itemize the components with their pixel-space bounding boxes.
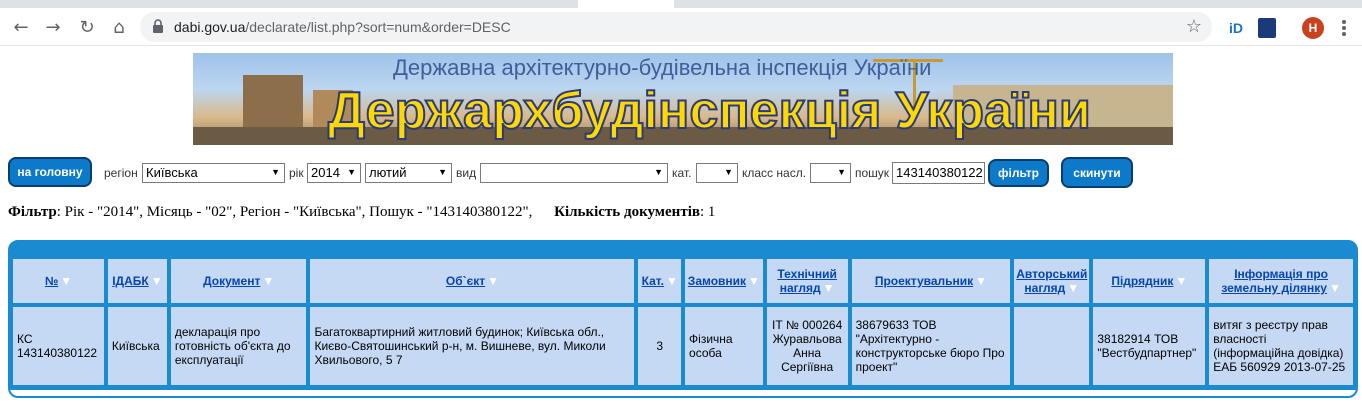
chevron-down-icon: ▼ xyxy=(654,167,663,177)
lock-icon xyxy=(153,19,163,33)
column-header-category[interactable]: Кат. ▼ xyxy=(637,258,683,304)
sort-arrow-icon: ▼ xyxy=(748,274,760,288)
cell-land-info: витяг з реєстру прав власності (інформац… xyxy=(1208,306,1354,386)
document-count-label: Кількість документів xyxy=(554,204,700,220)
bookmark-star-icon[interactable]: ☆ xyxy=(1186,16,1202,37)
banner-title: Держархбудінспекція України xyxy=(327,81,1092,141)
profile-avatar[interactable]: H xyxy=(1302,17,1324,39)
table-row: КС 143140380122 Київська декларація про … xyxy=(12,306,1354,386)
sort-arrow-icon: ▼ xyxy=(150,274,163,288)
cell-customer: Фізична особа xyxy=(684,306,764,386)
cell-idabk: Київська xyxy=(106,306,168,386)
results-table-frame: № ▼ ІДАБК ▼ Документ ▼ Об`єкт ▼ Кат. ▼ Замовн… xyxy=(8,240,1358,398)
filter-summary-label: Фільтр xyxy=(8,204,57,220)
table-footer xyxy=(10,388,1356,396)
type-label: вид xyxy=(456,166,477,180)
filter-button[interactable]: фільтр xyxy=(988,159,1049,187)
column-header-label: Замовник xyxy=(687,274,747,288)
url-host: dabi.gov.ua xyxy=(174,19,246,35)
chevron-down-icon: ▼ xyxy=(724,167,733,177)
year-label: рік xyxy=(289,166,304,180)
column-header-num[interactable]: № ▼ xyxy=(12,258,105,304)
menu-kebab-icon[interactable] xyxy=(1338,18,1350,38)
table-header-row: № ▼ ІДАБК ▼ Документ ▼ Об`єкт ▼ Кат. ▼ Замовн… xyxy=(12,258,1354,304)
browser-toolbar: ← → ↻ ⌂ dabi.gov.ua/declarate/list.php?s… xyxy=(0,8,1362,46)
search-label: пошук xyxy=(855,166,890,180)
cell-num: КС 143140380122 xyxy=(12,306,105,386)
sort-arrow-icon: ▼ xyxy=(822,281,835,295)
column-header-label: Документ xyxy=(203,274,261,288)
region-label: регіон xyxy=(104,166,138,180)
class-select[interactable]: ▼ xyxy=(810,163,851,183)
sort-arrow-icon: ▼ xyxy=(1175,274,1188,288)
document-count-value: : 1 xyxy=(699,204,716,220)
sort-arrow-icon: ▼ xyxy=(487,274,500,288)
column-header-label: Об`єкт xyxy=(445,274,486,288)
extension-icon[interactable] xyxy=(1258,18,1276,38)
cell-designer: 38679633 ТОВ "Архітектурно - конструктор… xyxy=(850,306,1012,386)
sort-arrow-icon: ▼ xyxy=(1328,281,1341,295)
chevron-down-icon: ▼ xyxy=(271,167,280,177)
region-select[interactable]: Київська ▼ xyxy=(142,163,285,183)
url-path: /declarate/list.php?sort=num&order=DESC xyxy=(245,19,511,35)
chevron-down-icon: ▼ xyxy=(438,167,447,177)
address-bar[interactable]: dabi.gov.ua/declarate/list.php?sort=num&… xyxy=(140,12,1212,42)
type-select[interactable]: ▼ xyxy=(480,163,668,183)
month-select[interactable]: лютий ▼ xyxy=(365,163,452,183)
sort-arrow-icon: ▼ xyxy=(665,274,678,288)
sort-arrow-icon: ▼ xyxy=(60,274,73,288)
year-select[interactable]: 2014 ▼ xyxy=(307,163,361,183)
column-header-author-supervision[interactable]: Авторський нагляд ▼ xyxy=(1013,258,1091,304)
cell-object: Багатоквартирний житловий будинок; Київс… xyxy=(309,306,636,386)
sort-arrow-icon: ▼ xyxy=(262,274,275,288)
banner-subtitle: Державна архітектурно-будівельна інспекц… xyxy=(393,55,932,80)
column-header-label: Кат. xyxy=(641,274,664,288)
home-button[interactable]: на головну xyxy=(8,157,92,187)
category-select[interactable]: ▼ xyxy=(696,163,738,183)
url-text[interactable]: dabi.gov.ua/declarate/list.php?sort=num&… xyxy=(174,19,511,35)
reload-icon[interactable]: ↻ xyxy=(76,16,98,38)
column-header-land-info[interactable]: Інформація про земельну ділянку ▼ xyxy=(1208,258,1354,304)
chevron-down-icon: ▼ xyxy=(837,167,846,177)
site-banner: Державна архітектурно-будівельна інспекц… xyxy=(193,53,1173,145)
filter-summary-text: : Рік - "2014", Місяць - "02", Регіон - … xyxy=(56,204,533,220)
class-label: класс насл. xyxy=(742,166,807,180)
active-tab[interactable] xyxy=(578,0,674,8)
search-input[interactable]: 143140380122 xyxy=(892,162,985,184)
chevron-down-icon: ▼ xyxy=(347,167,356,177)
column-header-label: ІДАБК xyxy=(112,274,149,288)
back-icon[interactable]: ← xyxy=(10,16,32,38)
column-header-label: Підрядник xyxy=(1111,274,1174,288)
tab-strip xyxy=(0,0,1362,8)
cell-document: декларація про готовність об'єкта до екс… xyxy=(169,306,308,386)
extension-id-icon[interactable]: iD xyxy=(1226,18,1246,38)
year-select-value: 2014 xyxy=(311,165,340,180)
region-select-value: Київська xyxy=(146,165,198,180)
cell-author-supervision xyxy=(1013,306,1091,386)
cell-technical-supervision: ІТ № 000264 Журавльова Анна Сергіївна xyxy=(765,306,849,386)
forward-icon[interactable]: → xyxy=(42,16,64,38)
sort-arrow-icon: ▼ xyxy=(975,274,988,288)
category-label: кат. xyxy=(672,166,692,180)
sort-arrow-icon: ▼ xyxy=(1067,281,1080,295)
column-header-document[interactable]: Документ ▼ xyxy=(169,258,308,304)
column-header-idabk[interactable]: ІДАБК ▼ xyxy=(106,258,168,304)
column-header-customer[interactable]: Замовник ▼ xyxy=(684,258,764,304)
column-header-label: № xyxy=(44,274,59,288)
filter-summary: Фільтр: Рік - "2014", Місяць - "02", Рег… xyxy=(8,204,715,221)
column-header-label: Інформація про земельну ділянку xyxy=(1221,267,1328,295)
home-icon[interactable]: ⌂ xyxy=(108,16,130,38)
reset-button[interactable]: скинути xyxy=(1061,157,1133,188)
cell-contractor: 38182914 ТОВ "Вестбудпартнер" xyxy=(1092,306,1207,386)
column-header-contractor[interactable]: Підрядник ▼ xyxy=(1092,258,1207,304)
column-header-object[interactable]: Об`єкт ▼ xyxy=(309,258,636,304)
results-table: № ▼ ІДАБК ▼ Документ ▼ Об`єкт ▼ Кат. ▼ Замовн… xyxy=(10,256,1356,388)
month-select-value: лютий xyxy=(369,165,407,180)
column-header-designer[interactable]: Проектувальник ▼ xyxy=(850,258,1012,304)
column-header-technical-supervision[interactable]: Технічний нагляд ▼ xyxy=(765,258,849,304)
column-header-label: Проектувальник xyxy=(874,274,974,288)
cell-category: 3 xyxy=(637,306,683,386)
